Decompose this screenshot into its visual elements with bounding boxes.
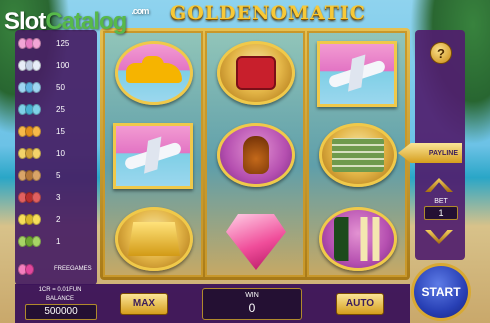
- reel-2: [205, 31, 305, 277]
- white-triple-icon: [18, 58, 50, 72]
- bet-value: 1: [424, 206, 458, 220]
- gold-coin-icon: [18, 146, 50, 160]
- champagne-icon: [334, 217, 382, 261]
- yellow-coin-icon: [18, 212, 50, 226]
- red-coin-icon: [18, 190, 50, 204]
- paytable-row: 5: [15, 166, 97, 184]
- diamond-icon: [226, 214, 286, 270]
- paytable-row: 1: [15, 232, 97, 250]
- paytable-row: 2: [15, 210, 97, 228]
- private-jet-symbol: [113, 123, 193, 189]
- cognac-symbol: [217, 123, 295, 187]
- paytable-value: 100: [56, 60, 70, 70]
- balance-value: 500000: [25, 304, 97, 320]
- paytable-row: 125: [15, 34, 97, 52]
- paytable-value: 10: [56, 148, 65, 158]
- cyan-triple-icon: [18, 102, 50, 116]
- paytable-row: 25: [15, 100, 97, 118]
- paytable-value: 15: [56, 126, 65, 136]
- paytable-row: 10: [15, 144, 97, 162]
- paytable-row: 50: [15, 78, 97, 96]
- paytable-value: 25: [56, 104, 65, 114]
- win-value: 0: [248, 301, 256, 315]
- bet-label: BET: [434, 198, 448, 205]
- win-label: WIN: [245, 292, 259, 299]
- money-stack-icon: [332, 138, 384, 172]
- pink-triple-icon: [18, 36, 50, 50]
- paytable-value: 5: [56, 170, 61, 180]
- payline-button[interactable]: PAYLINE: [398, 143, 462, 163]
- paytable-row-freegames: FREEGAMES: [15, 260, 97, 278]
- cognac-bottle-icon: [243, 136, 269, 174]
- pink-diamond-symbol: [215, 207, 297, 277]
- paytable-value: 2: [56, 214, 61, 224]
- private-jet-symbol: [317, 41, 397, 107]
- site-logo: SlotCatalog .com: [4, 6, 149, 35]
- gold-bars-symbol: [115, 207, 193, 271]
- diamond-scatter-icon: [18, 262, 50, 276]
- gold-bars-icon: [128, 222, 180, 256]
- paytable-value: 50: [56, 82, 65, 92]
- payline-label: PAYLINE: [428, 149, 458, 157]
- green-coin-icon: [18, 234, 50, 248]
- bet-display: BET 1: [422, 198, 460, 224]
- sports-car-icon: [126, 56, 182, 83]
- game-title: GOLDENOMATIC: [170, 2, 366, 24]
- paytable-value: 1: [56, 236, 61, 246]
- freegames-label: FREEGAMES: [54, 266, 92, 272]
- balance-label: BALANCE: [45, 296, 74, 302]
- paytable-row: 15: [15, 122, 97, 140]
- max-bet-button[interactable]: MAX: [120, 293, 168, 315]
- bronze-coin-icon: [18, 168, 50, 182]
- cash-stack-symbol: [319, 123, 397, 187]
- ring-box-symbol: [217, 41, 295, 105]
- auto-play-button[interactable]: AUTO: [336, 293, 384, 315]
- sports-car-symbol: [115, 41, 193, 105]
- airplane-icon: [327, 59, 387, 89]
- start-button[interactable]: START: [411, 263, 471, 321]
- paytable-panel: 125 100 50 25 15 10 5 3 2 1 FREEGAMES: [15, 30, 97, 285]
- reels-frame: [100, 28, 410, 280]
- win-display: WIN 0: [202, 288, 302, 320]
- airplane-icon: [123, 141, 183, 171]
- orange-coin-icon: [18, 124, 50, 138]
- help-button[interactable]: ?: [430, 42, 452, 64]
- reel-1: [103, 31, 203, 277]
- paytable-value: 3: [56, 192, 61, 202]
- paytable-row: 3: [15, 188, 97, 206]
- credit-rate: 1CR = 0.01FUN: [38, 287, 82, 293]
- reel-3: [307, 31, 407, 277]
- blue-triple-icon: [18, 80, 50, 94]
- paytable-value: 125: [56, 38, 70, 48]
- champagne-symbol: [319, 207, 397, 271]
- ring-box-icon: [236, 56, 276, 90]
- paytable-row: 100: [15, 56, 97, 74]
